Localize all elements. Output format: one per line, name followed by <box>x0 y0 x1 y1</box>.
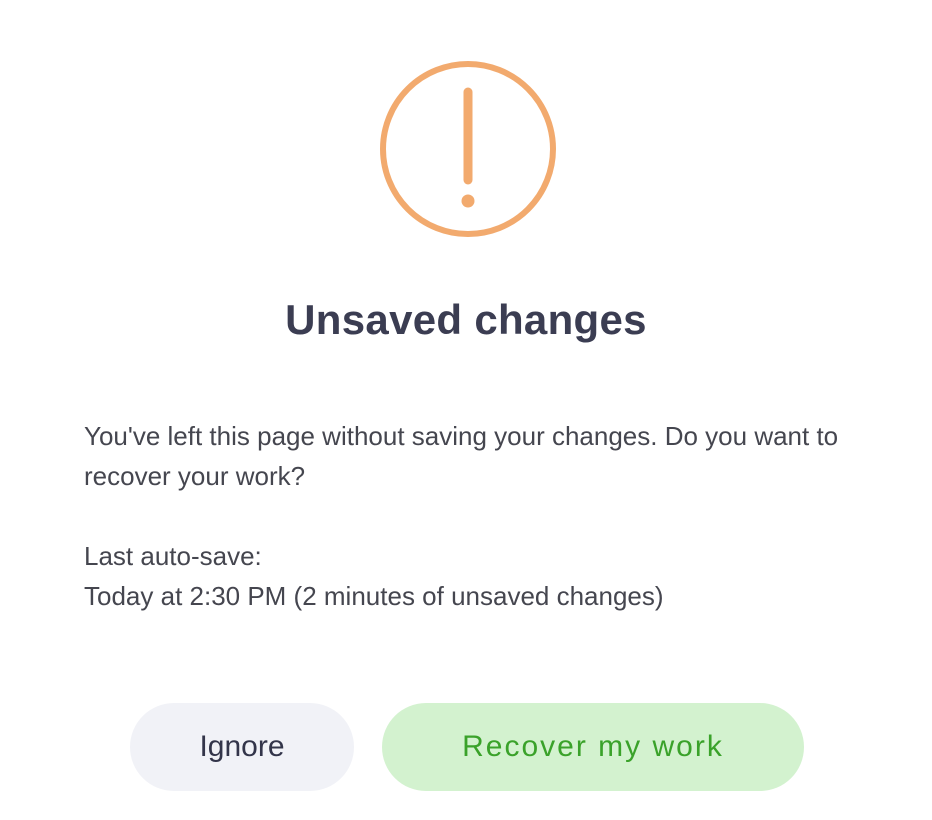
autosave-value: Today at 2:30 PM (2 minutes of unsaved c… <box>84 581 664 611</box>
recover-my-work-button[interactable]: Recover my work <box>382 703 804 791</box>
autosave-info: Last auto-save: Today at 2:30 PM (2 minu… <box>84 536 864 616</box>
dialog-message: You've left this page without saving you… <box>84 421 839 491</box>
ignore-button[interactable]: Ignore <box>130 703 354 791</box>
unsaved-changes-dialog: Unsaved changes You've left this page wi… <box>0 0 932 820</box>
autosave-label: Last auto-save: <box>84 541 262 571</box>
dialog-title: Unsaved changes <box>285 296 647 343</box>
exclamation-circle-icon <box>380 61 556 237</box>
